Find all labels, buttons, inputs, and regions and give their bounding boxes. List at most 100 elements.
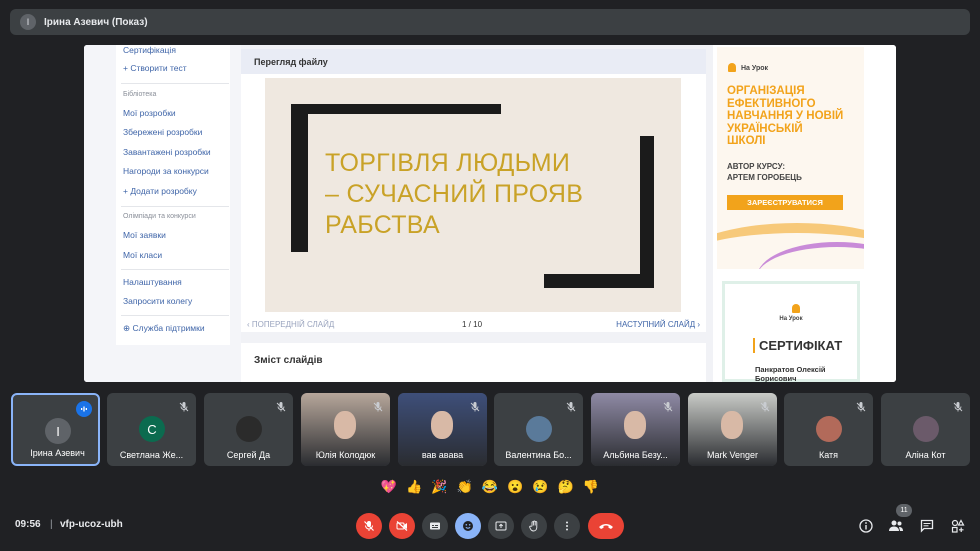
people-button[interactable]	[886, 516, 906, 536]
slide-frame-top	[291, 104, 501, 114]
party-reaction[interactable]: 🎉	[429, 476, 451, 498]
smiley-icon	[463, 521, 473, 531]
participant-avatar	[236, 416, 262, 442]
mic-toggle-button[interactable]	[356, 513, 382, 539]
hand-icon	[529, 520, 538, 532]
activities-button[interactable]	[948, 516, 968, 536]
sparkling-heart-reaction[interactable]: 💖	[378, 476, 400, 498]
participant-tile[interactable]: вав авава	[398, 393, 487, 466]
participant-avatar: C	[139, 416, 165, 442]
meeting-code: vfp-ucoz-ubh	[60, 519, 123, 530]
right-banners: На Урок ОРГАНІЗАЦІЯ ЕФЕКТИВНОГО НАВЧАННЯ…	[713, 45, 896, 382]
participant-tile[interactable]: C Светлана Же...	[107, 393, 196, 466]
participant-tile[interactable]: Альбина Безу...	[591, 393, 680, 466]
reaction-bar: 💖 👍 🎉 👏 😂 😮 😢 🤔 👎	[374, 476, 606, 498]
present-screen-icon	[495, 521, 507, 531]
raise-hand-button[interactable]	[521, 513, 547, 539]
camera-toggle-button[interactable]	[389, 513, 415, 539]
participant-tile[interactable]: Аліна Кот	[881, 393, 970, 466]
ad-headline: ОРГАНІЗАЦІЯ ЕФЕКТИВНОГО НАВЧАННЯ У НОВІЙ…	[727, 85, 862, 148]
speaking-indicator-icon	[76, 401, 92, 417]
course-ad-banner[interactable]: На Урок ОРГАНІЗАЦІЯ ЕФЕКТИВНОГО НАВЧАННЯ…	[717, 47, 864, 269]
participant-tile[interactable]: Сергей Да	[204, 393, 293, 466]
participant-avatar	[913, 416, 939, 442]
ad-author-line: АРТЕМ ГОРОБЕЦЬ	[727, 173, 802, 182]
sidebar-section-olympiads: Олімпіади та конкурси	[123, 213, 196, 220]
participant-avatar	[816, 416, 842, 442]
surprised-reaction[interactable]: 😮	[504, 476, 526, 498]
captions-button[interactable]	[422, 513, 448, 539]
ad-author: АВТОР КУРСУ: АРТЕМ ГОРОБЕЦЬ	[727, 161, 802, 183]
camera-off-icon	[396, 521, 408, 531]
thumbs-up-reaction[interactable]: 👍	[403, 476, 425, 498]
slides-contents-heading: Зміст слайдів	[241, 343, 706, 382]
slide-counter: 1 / 10	[462, 320, 483, 329]
presenter-bar: I Ірина Азевич (Показ)	[10, 9, 970, 35]
ad-headline-line: УКРАЇНСЬКІЙ	[727, 122, 803, 135]
sidebar-divider	[121, 206, 229, 207]
sidebar-item-my-requests[interactable]: Мої заявки	[123, 230, 166, 240]
shared-screen: Сертифікація + Створити тест Бібліотека …	[84, 45, 896, 382]
certificate-name-line: Панкратов Олексій	[755, 365, 826, 374]
register-button[interactable]: ЗАРЕЄСТРУВАТИСЯ	[727, 195, 843, 210]
participant-name: Ірина Азевич	[30, 448, 85, 458]
participant-tile[interactable]: Mark Venger	[688, 393, 777, 466]
sidebar-item-support[interactable]: ⊕ Служба підтримки	[123, 323, 205, 334]
participant-name: вав авава	[421, 450, 464, 460]
clock: 09:56	[15, 519, 41, 530]
meeting-details-button[interactable]	[856, 516, 876, 536]
file-viewer: Перегляд файлу ТОРГІВЛЯ ЛЮДЬМИ – СУЧАСНИ…	[241, 49, 706, 332]
laugh-reaction[interactable]: 😂	[479, 476, 501, 498]
ad-brand: На Урок	[741, 65, 769, 72]
sidebar-section-library: Бібліотека	[123, 91, 157, 98]
footer-separator: |	[50, 519, 53, 530]
slide-title-line: ТОРГІВЛЯ ЛЮДЬМИ	[325, 149, 571, 177]
bell-logo-icon	[792, 304, 800, 313]
chat-button[interactable]	[917, 516, 937, 536]
participant-name: Альбина Безу...	[603, 450, 668, 460]
slide-title-line: – СУЧАСНИЙ ПРОЯВ	[325, 180, 584, 208]
sidebar-item-my-classes[interactable]: Мої класи	[123, 250, 162, 260]
leave-call-button[interactable]	[588, 513, 624, 539]
participant-tile[interactable]: Катя	[784, 393, 873, 466]
hang-up-icon	[599, 524, 613, 529]
sidebar-item-awards[interactable]: Нагороди за конкурси	[123, 166, 209, 176]
thumbs-down-reaction[interactable]: 👎	[580, 476, 602, 498]
participant-name: Mark Venger	[706, 450, 759, 460]
sidebar-item-certification[interactable]: Сертифікація	[123, 45, 176, 55]
slide-preview: ТОРГІВЛЯ ЛЮДЬМИ – СУЧАСНИЙ ПРОЯВ РАБСТВА	[265, 78, 681, 312]
sidebar-item-my-works[interactable]: Мої розробки	[123, 108, 176, 118]
participant-tile[interactable]: I Ірина Азевич	[11, 393, 100, 466]
sidebar-item-invite[interactable]: Запросити колегу	[123, 296, 192, 306]
sidebar-item-saved[interactable]: Збережені розробки	[123, 127, 202, 137]
muted-mic-icon	[662, 400, 674, 412]
more-options-button[interactable]	[554, 513, 580, 539]
sidebar-divider	[121, 269, 229, 270]
presenter-title: Ірина Азевич (Показ)	[44, 16, 148, 28]
reactions-button[interactable]	[455, 513, 481, 539]
clap-reaction[interactable]: 👏	[454, 476, 476, 498]
next-slide-link[interactable]: НАСТУПНИЙ СЛАЙД ›	[616, 320, 700, 329]
bell-logo-icon	[728, 63, 736, 72]
present-button[interactable]	[488, 513, 514, 539]
chat-icon	[920, 519, 934, 533]
file-viewer-area: Перегляд файлу ТОРГІВЛЯ ЛЮДЬМИ – СУЧАСНИ…	[241, 45, 713, 382]
sidebar-item-create-test[interactable]: + Створити тест	[123, 63, 187, 73]
participant-name: Юлія Колодюк	[315, 450, 376, 460]
prev-slide-link[interactable]: ‹ ПОПЕРЕДНІЙ СЛАЙД	[247, 320, 334, 329]
certificate-name-line: Борисович	[755, 374, 797, 382]
more-vert-icon	[566, 521, 568, 531]
activities-shapes-icon	[951, 519, 965, 533]
thinking-reaction[interactable]: 🤔	[555, 476, 577, 498]
muted-mic-icon	[759, 400, 771, 412]
people-icon	[889, 520, 903, 531]
participant-tile[interactable]: Валентина Бо...	[494, 393, 583, 466]
sidebar-item-add-work[interactable]: + Додати розробку	[123, 186, 197, 196]
participant-avatar: I	[45, 418, 71, 444]
sidebar-item-downloaded[interactable]: Завантажені розробки	[123, 147, 211, 157]
sidebar-item-settings[interactable]: Налаштування	[123, 277, 182, 287]
sad-reaction[interactable]: 😢	[530, 476, 552, 498]
participant-tile[interactable]: Юлія Колодюк	[301, 393, 390, 466]
certificate-name: Панкратов Олексій Борисович	[755, 365, 826, 382]
muted-mic-icon	[855, 400, 867, 412]
